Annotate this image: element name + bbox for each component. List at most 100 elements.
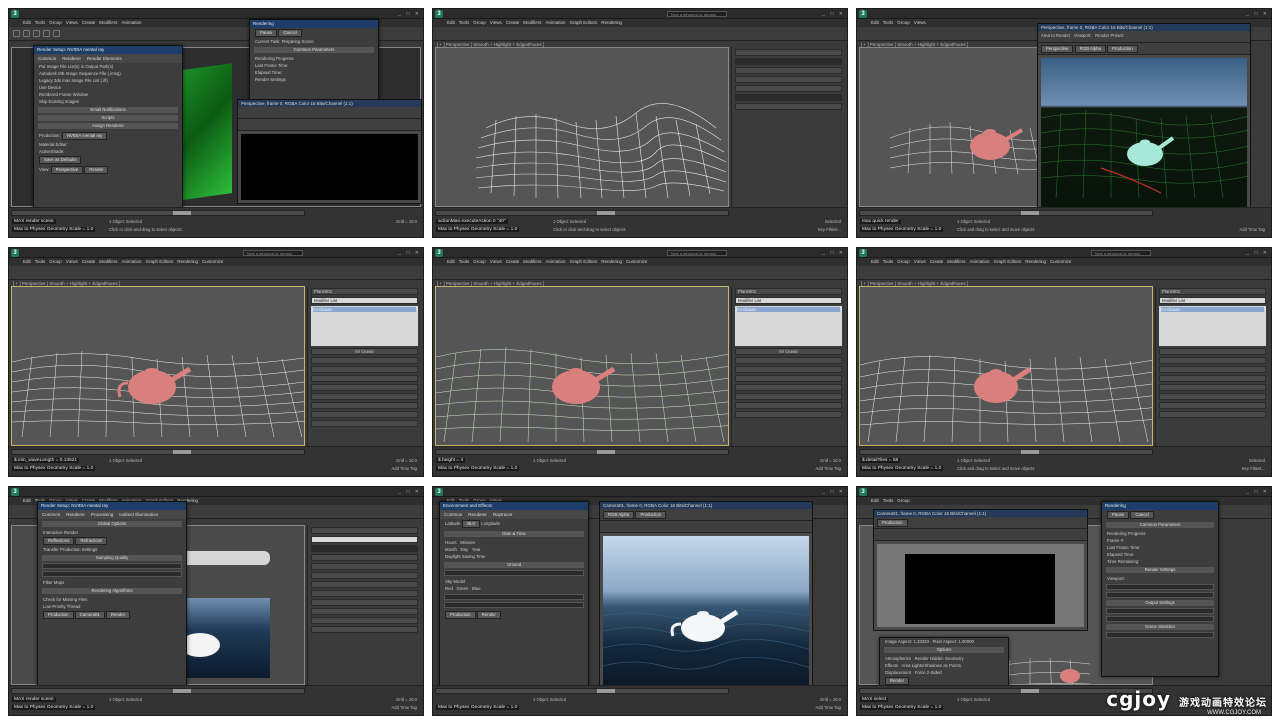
- menu-edit[interactable]: Edit: [447, 258, 455, 266]
- menu-create[interactable]: Create: [930, 258, 944, 266]
- time-slider[interactable]: [11, 449, 305, 455]
- max-logo-icon[interactable]: 3: [435, 488, 443, 496]
- max-logo-icon[interactable]: 3: [859, 10, 867, 18]
- selection-dropdown[interactable]: Selected: [1249, 458, 1265, 463]
- rollout-header[interactable]: mr Ocean: [735, 348, 842, 355]
- maxscript-listener[interactable]: MAX render scene: [12, 697, 56, 702]
- menu-group[interactable]: Group: [473, 258, 486, 266]
- channel-select[interactable]: RGB Alpha: [1074, 45, 1106, 53]
- menu-graph-editors[interactable]: Graph Editors: [994, 258, 1022, 266]
- rollout-header[interactable]: Date & Time: [444, 531, 584, 537]
- menu-edit[interactable]: Edit: [871, 258, 879, 266]
- menu-rendering[interactable]: Rendering: [177, 258, 198, 266]
- viewport[interactable]: [435, 286, 729, 446]
- save-defaults-button[interactable]: Save as Defaults: [39, 156, 82, 164]
- menu-views[interactable]: Views: [66, 258, 78, 266]
- maxscript-listener[interactable]: MAX render scene: [12, 219, 56, 224]
- option-line[interactable]: Skip Existing Images: [34, 98, 182, 105]
- production-select[interactable]: Production: [1107, 45, 1138, 53]
- add-time-tag[interactable]: Add Time Tag: [1239, 227, 1265, 232]
- menu-rendering[interactable]: Rendering: [1025, 258, 1046, 266]
- menu-group[interactable]: Group: [49, 258, 62, 266]
- pause-button[interactable]: Pause: [255, 29, 278, 37]
- atmospherics-option[interactable]: Atmospherics: [885, 656, 911, 661]
- window-controls-icon[interactable]: _ □ ✕: [822, 11, 845, 17]
- modifier-list-dropdown[interactable]: Modifier List: [735, 297, 842, 304]
- max-logo-icon[interactable]: 3: [435, 249, 443, 257]
- rollout-header[interactable]: Render Settings: [1106, 567, 1214, 573]
- menu-group[interactable]: Group: [897, 19, 910, 27]
- selection-dropdown[interactable]: Selected: [825, 219, 841, 224]
- search-input[interactable]: Type a keyword or phrase: [667, 250, 727, 256]
- menu-animation[interactable]: Animation: [970, 258, 990, 266]
- undo-icon[interactable]: [13, 30, 20, 37]
- maxscript-listener[interactable]: $.min_waveLength = 0.13521: [12, 458, 80, 463]
- menu-group[interactable]: Group: [897, 258, 910, 266]
- menu-animation[interactable]: Animation: [546, 19, 566, 27]
- rollout-header[interactable]: Scripts: [38, 115, 178, 121]
- reflections-button[interactable]: Reflections: [43, 537, 75, 545]
- menu-edit[interactable]: Edit: [23, 497, 31, 505]
- cancel-button[interactable]: Cancel: [278, 29, 302, 37]
- add-time-tag[interactable]: Add Time Tag: [391, 705, 417, 710]
- menu-tools[interactable]: Tools: [35, 19, 46, 27]
- modifier-stack-item[interactable]: mr Ocean: [313, 307, 416, 312]
- key-filters-button[interactable]: Key Filters...: [1242, 466, 1265, 471]
- option-line[interactable]: Legacy 3ds max Image File List (.ifl): [34, 77, 182, 84]
- rollout-header[interactable]: Ground: [444, 562, 584, 568]
- object-name-field[interactable]: Plane001: [735, 288, 842, 295]
- window-controls-icon[interactable]: _ □ ✕: [822, 250, 845, 256]
- production-select[interactable]: Production: [445, 611, 476, 619]
- rollout-header[interactable]: Sampling Quality: [42, 555, 182, 561]
- time-slider[interactable]: [11, 210, 305, 216]
- add-time-tag[interactable]: Add Time Tag: [391, 466, 417, 471]
- menu-views[interactable]: Views: [490, 258, 502, 266]
- menu-modifiers[interactable]: Modifiers: [523, 19, 541, 27]
- search-input[interactable]: Type a keyword or phrase: [667, 11, 727, 17]
- add-time-tag[interactable]: Add Time Tag: [815, 705, 841, 710]
- search-input[interactable]: Type a keyword or phrase: [243, 250, 303, 256]
- option-line[interactable]: Interactive Render: [38, 529, 186, 536]
- production-select[interactable]: Production: [635, 511, 667, 519]
- max-logo-icon[interactable]: 3: [435, 10, 443, 18]
- menu-animation[interactable]: Animation: [122, 258, 142, 266]
- tab-render-elements[interactable]: Render Elements: [87, 56, 122, 61]
- menu-tools[interactable]: Tools: [883, 258, 894, 266]
- menu-modifiers[interactable]: Modifiers: [99, 258, 117, 266]
- area-lights-option[interactable]: Area Lights/Shadows as Points: [901, 663, 960, 668]
- rollout-header[interactable]: Global Options: [42, 521, 182, 527]
- max-logo-icon[interactable]: 3: [11, 249, 19, 257]
- force-2sided-option[interactable]: Force 2-Sided: [915, 670, 942, 675]
- render-button[interactable]: Render: [476, 611, 501, 619]
- modifier-stack-item[interactable]: mr Ocean: [737, 307, 840, 312]
- tab-renderer[interactable]: Renderer: [468, 512, 487, 517]
- modifier-stack-item[interactable]: mr Ocean: [1161, 307, 1264, 312]
- menu-edit[interactable]: Edit: [871, 19, 879, 27]
- menu-animation[interactable]: Animation: [122, 19, 142, 27]
- tab-common[interactable]: Common: [38, 56, 56, 61]
- window-controls-icon[interactable]: _ □ ✕: [1246, 250, 1269, 256]
- production-select[interactable]: Production: [877, 519, 908, 527]
- menu-views[interactable]: Views: [490, 19, 502, 27]
- time-slider[interactable]: [435, 449, 729, 455]
- menu-tools[interactable]: Tools: [35, 258, 46, 266]
- window-controls-icon[interactable]: _ □ ✕: [398, 11, 421, 17]
- pause-button[interactable]: Pause: [1107, 511, 1130, 519]
- menu-tools[interactable]: Tools: [459, 19, 470, 27]
- window-controls-icon[interactable]: _ □ ✕: [822, 489, 845, 495]
- render-hidden-option[interactable]: Render Hidden Geometry: [915, 656, 964, 661]
- menu-graph-editors[interactable]: Graph Editors: [146, 258, 174, 266]
- object-name-field[interactable]: Plane001: [311, 288, 418, 295]
- daylight-saving-option[interactable]: Daylight Saving Time: [440, 553, 588, 560]
- production-select[interactable]: Production: [43, 611, 74, 619]
- menu-animation[interactable]: Animation: [546, 258, 566, 266]
- view-select[interactable]: Perspective: [50, 166, 84, 174]
- modifier-list-dropdown[interactable]: Modifier List: [1159, 297, 1266, 304]
- menu-rendering[interactable]: Rendering: [601, 19, 622, 27]
- max-logo-icon[interactable]: 3: [859, 488, 867, 496]
- menu-create[interactable]: Create: [506, 258, 520, 266]
- time-slider[interactable]: [11, 688, 305, 694]
- menu-customize[interactable]: Customize: [626, 258, 647, 266]
- tab-renderer[interactable]: Renderer: [66, 512, 85, 517]
- link-icon[interactable]: [33, 30, 40, 37]
